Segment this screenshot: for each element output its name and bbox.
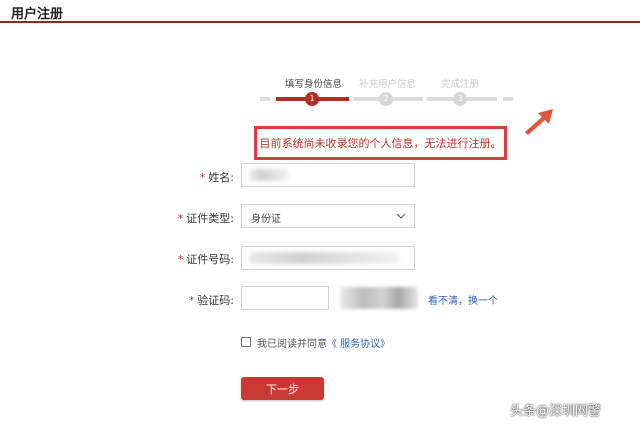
step-1-label: 填写身份信息 <box>285 79 343 90</box>
id-number-redacted <box>249 252 399 264</box>
id-type-select[interactable]: 身份证 <box>241 204 415 228</box>
service-agreement-link[interactable]: 《 服务协议》 <box>327 335 390 350</box>
registration-steps: 填写身份信息 补充用户信息 完成注册 1 2 3 <box>255 72 520 112</box>
step-1-circle: 1 <box>305 92 319 106</box>
id-type-label: * 证件类型: <box>177 212 234 225</box>
name-label: * 姓名: <box>199 171 234 184</box>
step-3-label: 完成注册 <box>441 79 480 90</box>
page-header: 用户注册 <box>0 0 640 24</box>
header-divider <box>0 21 640 23</box>
agreement-row: 我已阅读并同意 《 服务协议》 <box>241 335 390 350</box>
agreement-checkbox[interactable] <box>241 337 251 347</box>
id-type-value: 身份证 <box>251 214 281 225</box>
step-bar-start <box>260 97 270 101</box>
captcha-refresh-link[interactable]: 看不清，换一个 <box>428 292 498 307</box>
captcha-label: * 验证码: <box>188 294 234 307</box>
step-2-label: 补充用户信息 <box>359 79 417 90</box>
next-step-button[interactable]: 下一步 <box>241 377 324 400</box>
captcha-image[interactable] <box>340 287 418 309</box>
notice-message: 目前系统尚未收录您的个人信息，无法进行注册。 <box>254 126 507 160</box>
name-redacted <box>249 169 289 181</box>
step-2-circle: 2 <box>379 92 393 106</box>
page-title: 用户注册 <box>11 7 64 22</box>
id-number-label: * 证件号码: <box>177 253 234 266</box>
captcha-input[interactable] <box>241 286 329 310</box>
step-3-circle: 3 <box>453 92 467 106</box>
chevron-down-icon <box>396 213 406 219</box>
step-bar-end <box>503 97 513 101</box>
agreement-text: 我已阅读并同意 <box>257 338 327 350</box>
arrow-icon <box>525 109 553 135</box>
watermark: 头条@深圳网警 <box>510 404 602 419</box>
